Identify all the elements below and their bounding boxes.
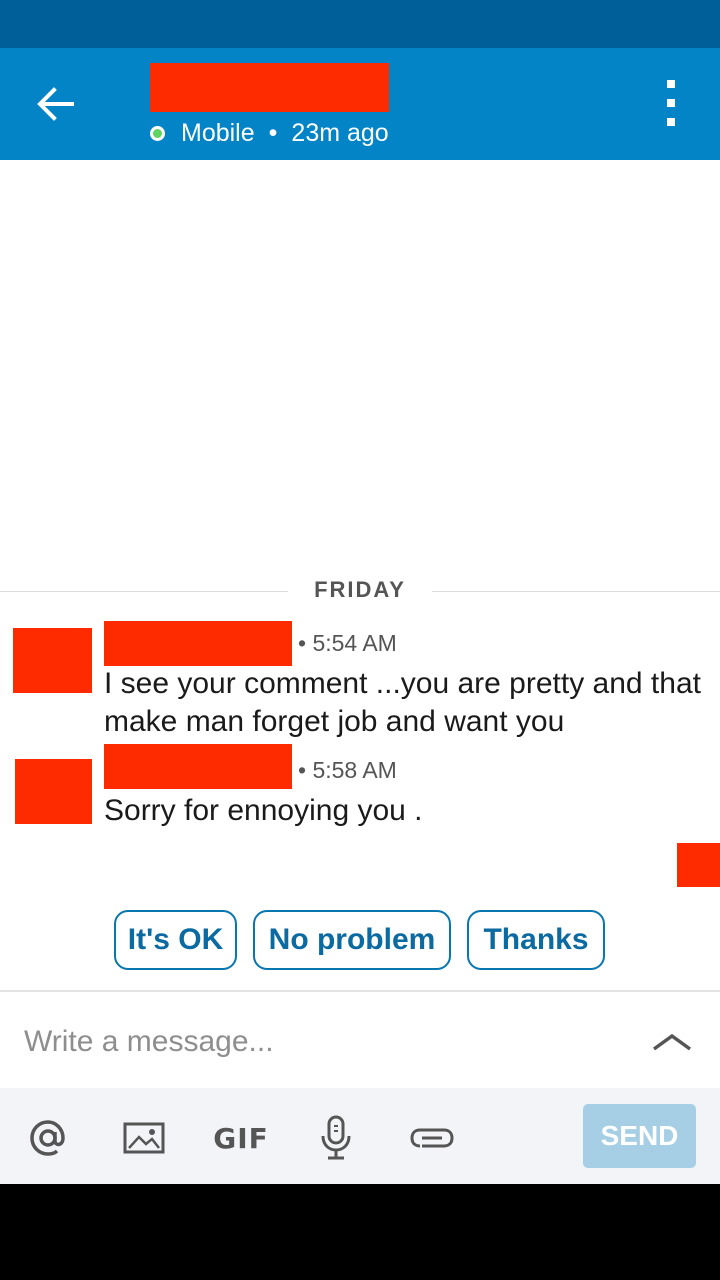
gif-icon: GIF [213, 1121, 269, 1155]
avatar-redacted[interactable] [13, 628, 92, 693]
message-input[interactable] [24, 1014, 584, 1070]
avatar-redacted[interactable] [15, 759, 92, 824]
day-divider: FRIDAY [0, 575, 720, 609]
app-bar: Mobile • 23m ago [0, 48, 720, 160]
presence-separator: • [268, 118, 278, 147]
mention-button[interactable] [24, 1114, 72, 1162]
at-mention-icon [30, 1120, 65, 1156]
status-bar [0, 0, 720, 48]
voice-button[interactable] [312, 1114, 360, 1162]
gif-button[interactable]: GIF [213, 1114, 269, 1162]
expand-composer-button[interactable] [648, 1022, 696, 1062]
day-label: FRIDAY [314, 577, 406, 602]
presence-device: Mobile [181, 118, 255, 147]
divider-line [432, 591, 720, 592]
more-vert-icon [667, 80, 675, 88]
composer-toolbar: GIF SEND [0, 1088, 720, 1184]
paperclip-icon [410, 1128, 454, 1148]
arrow-left-icon [37, 87, 74, 121]
sender-name-redacted[interactable] [104, 621, 292, 666]
chevron-up-icon [652, 1033, 692, 1051]
sender-name-redacted[interactable] [104, 744, 292, 789]
message-text: Sorry for ennoying you . [104, 794, 423, 827]
microphone-icon [321, 1115, 351, 1160]
navigation-bar [0, 1184, 720, 1280]
online-indicator-icon [150, 125, 165, 141]
back-button[interactable] [30, 78, 82, 130]
last-active: 23m ago [291, 118, 389, 147]
message-text: I see your comment ...you are pretty and… [104, 667, 701, 738]
message-timestamp: • 5:58 AM [298, 757, 397, 783]
read-receipt-avatar-redacted [677, 843, 720, 887]
image-icon [123, 1122, 165, 1154]
contact-name-redacted [150, 63, 389, 112]
smart-reply-no-problem[interactable]: No problem [253, 910, 451, 970]
message-timestamp: • 5:54 AM [298, 630, 397, 656]
smart-replies: It's OK No problem Thanks [0, 910, 720, 974]
presence-status: Mobile • 23m ago [150, 116, 389, 150]
smart-reply-thanks[interactable]: Thanks [467, 910, 605, 970]
send-button[interactable]: SEND [583, 1104, 696, 1168]
attach-button[interactable] [408, 1114, 456, 1162]
composer-divider [0, 990, 720, 992]
divider-line [0, 591, 288, 592]
image-button[interactable] [120, 1114, 168, 1162]
smart-reply-its-ok[interactable]: It's OK [114, 910, 237, 970]
more-options-button[interactable] [656, 80, 686, 126]
